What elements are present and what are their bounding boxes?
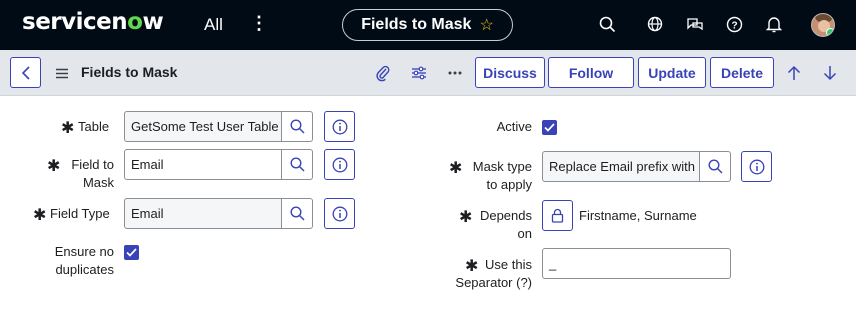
presence-status-dot bbox=[826, 28, 834, 36]
field-type-input[interactable]: Email bbox=[124, 198, 282, 229]
servicenow-logo[interactable]: servicenow bbox=[22, 9, 164, 35]
search-icon bbox=[289, 119, 304, 134]
info-icon bbox=[332, 157, 347, 172]
form-header: Fields to Mask Discuss Follow Update Del… bbox=[0, 50, 856, 96]
search-icon bbox=[289, 206, 304, 221]
table-lookup-button[interactable] bbox=[282, 111, 313, 142]
mask-type-info-button[interactable] bbox=[741, 151, 772, 182]
field-to-mask-input[interactable]: Email bbox=[124, 149, 282, 180]
required-mark: ✱ bbox=[459, 209, 473, 226]
down-arrow-icon[interactable] bbox=[820, 63, 840, 83]
search-icon bbox=[289, 157, 304, 172]
delete-button[interactable]: Delete bbox=[710, 57, 774, 88]
mask-type-lookup-button[interactable] bbox=[700, 151, 731, 182]
context-title-pill[interactable]: Fields to Mask ☆ bbox=[342, 9, 513, 41]
form-title: Fields to Mask bbox=[81, 64, 178, 80]
top-nav: servicenow All ⋮ Fields to Mask ☆ ? bbox=[0, 0, 856, 50]
mask-type-label: Mask type to apply bbox=[472, 159, 532, 192]
up-arrow-icon[interactable] bbox=[784, 63, 804, 83]
active-checkbox[interactable] bbox=[542, 120, 557, 135]
search-icon[interactable] bbox=[597, 14, 617, 34]
mask-type-input[interactable]: Replace Email prefix with bbox=[542, 151, 700, 182]
more-menu-icon[interactable]: ⋮ bbox=[250, 13, 268, 34]
info-icon bbox=[332, 119, 347, 134]
update-button[interactable]: Update bbox=[638, 57, 706, 88]
back-icon bbox=[21, 65, 30, 80]
bell-icon[interactable] bbox=[764, 14, 784, 34]
search-icon bbox=[707, 159, 722, 174]
field-to-mask-lookup-button[interactable] bbox=[282, 149, 313, 180]
depends-on-value: Firstname, Surname bbox=[579, 208, 697, 223]
globe-icon[interactable] bbox=[645, 14, 665, 34]
required-mark: ✱ bbox=[47, 158, 61, 175]
menu-icon[interactable] bbox=[56, 66, 68, 84]
star-icon[interactable]: ☆ bbox=[479, 15, 493, 35]
field-to-mask-info-button[interactable] bbox=[324, 149, 355, 180]
table-label: Table bbox=[78, 119, 110, 134]
required-mark: ✱ bbox=[33, 207, 47, 224]
context-title: Fields to Mask bbox=[361, 16, 472, 33]
checkmark-icon bbox=[126, 248, 137, 257]
svg-text:?: ? bbox=[731, 20, 737, 31]
more-icon[interactable] bbox=[445, 63, 465, 83]
avatar[interactable] bbox=[811, 13, 835, 37]
field-type-info-button[interactable] bbox=[324, 198, 355, 229]
discuss-button[interactable]: Discuss bbox=[475, 57, 545, 88]
all-menu[interactable]: All bbox=[204, 15, 223, 35]
field-type-label: Field Type bbox=[50, 206, 110, 221]
active-label: Active bbox=[496, 119, 532, 134]
ensure-no-duplicates-checkbox[interactable] bbox=[124, 245, 139, 260]
attachment-icon[interactable] bbox=[373, 63, 393, 83]
required-mark: ✱ bbox=[449, 160, 463, 177]
follow-button[interactable]: Follow bbox=[548, 57, 634, 88]
chat-icon[interactable] bbox=[685, 14, 705, 34]
lock-icon bbox=[551, 208, 564, 223]
ensure-no-duplicates-label: Ensure no duplicates bbox=[54, 244, 114, 277]
field-to-mask-label: Field to Mask bbox=[71, 157, 114, 190]
required-mark: ✱ bbox=[61, 120, 75, 137]
table-info-button[interactable] bbox=[324, 111, 355, 142]
separator-input[interactable]: _ bbox=[542, 248, 731, 279]
back-button[interactable] bbox=[10, 57, 41, 88]
help-icon[interactable]: ? bbox=[724, 14, 744, 34]
table-input[interactable]: GetSome Test User Table bbox=[124, 111, 282, 142]
depends-on-lock-button[interactable] bbox=[542, 200, 573, 231]
info-icon bbox=[749, 159, 764, 174]
settings-icon[interactable] bbox=[409, 63, 429, 83]
separator-label: Use this Separator (?) bbox=[455, 257, 532, 290]
info-icon bbox=[332, 206, 347, 221]
depends-on-label: Depends on bbox=[479, 208, 532, 241]
checkmark-icon bbox=[544, 123, 555, 132]
field-type-lookup-button[interactable] bbox=[282, 198, 313, 229]
